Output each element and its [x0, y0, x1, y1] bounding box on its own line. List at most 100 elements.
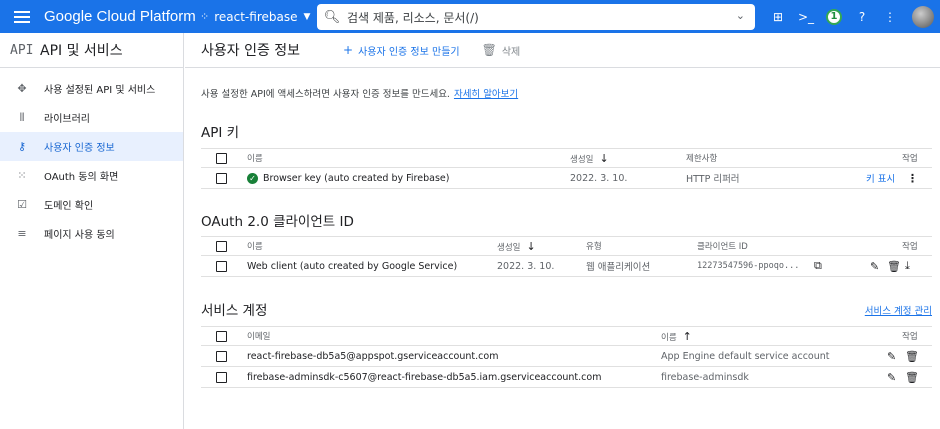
col-name: 이름 — [247, 242, 263, 252]
project-selector[interactable]: ⁘ react-firebase ▼ — [200, 10, 318, 24]
select-all-checkbox[interactable] — [216, 152, 227, 164]
sidebar-item-label: 사용자 인증 정보 — [44, 143, 115, 154]
trash-icon[interactable]: 🗑︎ — [887, 260, 901, 273]
sidebar-item-label: OAuth 동의 화면 — [44, 172, 119, 183]
trash-icon: 🗑︎ — [481, 43, 497, 57]
download-icon[interactable]: ⤓ — [905, 259, 910, 273]
row-checkbox[interactable] — [216, 371, 227, 383]
top-app-bar: Google Cloud Platform ⁘ react-firebase ▼… — [0, 0, 940, 33]
col-client-id: 클라이언트 ID — [697, 242, 748, 252]
page-title: 사용자 인증 정보 — [201, 43, 301, 59]
row-checkbox[interactable] — [216, 172, 227, 184]
row-checkbox[interactable] — [216, 260, 227, 272]
table-row: react-firebase-db5a5@appspot.gserviceacc… — [201, 346, 932, 367]
library-icon: ⦀ — [19, 110, 25, 124]
chevron-down-icon[interactable]: ⌄ — [736, 9, 745, 22]
col-name-label: 이름 — [661, 332, 677, 343]
search-icon: 🔍︎ — [323, 9, 341, 25]
arrow-up-icon: ↑ — [682, 329, 692, 343]
api-logo-icon: API — [10, 42, 34, 58]
oauth-type: 웹 애플리케이션 — [586, 262, 651, 273]
project-icon: ⁘ — [200, 10, 210, 23]
more-vert-icon[interactable]: ⋮ — [907, 172, 918, 185]
col-created-label: 생성일 — [570, 154, 594, 165]
hamburger-menu-icon[interactable] — [0, 0, 44, 33]
top-icons: ⊞ >_ 1 ? ⋮ — [762, 0, 940, 33]
sidebar-item-label: 도메인 확인 — [44, 201, 94, 212]
service-account-name: App Engine default service account — [661, 350, 830, 362]
api-key-name-text[interactable]: Browser key (auto created by Firebase) — [263, 173, 449, 184]
select-all-checkbox[interactable] — [216, 330, 227, 342]
col-name[interactable]: 이름 ↑ — [661, 330, 692, 343]
add-icon: + — [343, 43, 354, 57]
table-row: firebase-adminsdk-c5607@react-firebase-d… — [201, 367, 932, 388]
select-all-checkbox[interactable] — [216, 240, 227, 252]
col-email: 이메일 — [247, 332, 271, 342]
edit-icon[interactable]: ✎ — [887, 350, 896, 363]
col-actions: 작업 — [902, 154, 918, 164]
dashboard-icon: ✥ — [17, 82, 27, 95]
sidebar-item-label: 사용 설정된 API 및 서비스 — [44, 85, 156, 96]
trash-icon[interactable]: 🗑︎ — [905, 371, 919, 384]
sidebar-item-label: 라이브러리 — [44, 114, 90, 125]
sidebar-item-credentials[interactable]: ⚷ 사용자 인증 정보 — [0, 132, 183, 161]
more-vert-icon[interactable]: ⋮ — [878, 0, 902, 33]
copy-icon[interactable]: ⧉ — [814, 259, 822, 273]
col-name: 이름 — [247, 154, 263, 164]
sidebar-item-domain-verification[interactable]: ☑ 도메인 확인 — [0, 190, 183, 219]
delete-label: 삭제 — [501, 46, 521, 58]
sidebar-item-library[interactable]: ⦀ 라이브러리 — [0, 103, 183, 132]
row-checkbox[interactable] — [216, 350, 227, 362]
sidebar: API API 및 서비스 ✥ 사용 설정된 API 및 서비스 ⦀ 라이브러리… — [0, 33, 184, 429]
service-account-email[interactable]: firebase-adminsdk-c5607@react-firebase-d… — [247, 372, 601, 383]
gcp-brand[interactable]: Google Cloud Platform — [44, 8, 200, 25]
page-agreement-icon: ≡ — [17, 227, 27, 240]
notification-badge: 1 — [826, 8, 842, 25]
gift-icon[interactable]: ⊞ — [766, 0, 790, 33]
intro-text: 사용 설정한 API에 액세스하려면 사용자 인증 정보를 만드세요. 자세히 알… — [201, 86, 518, 100]
api-key-name: ✓ Browser key (auto created by Firebase) — [247, 172, 449, 184]
service-account-email[interactable]: react-firebase-db5a5@appspot.gserviceacc… — [247, 351, 498, 362]
table-header-row: 이메일 이름 ↑ 작업 — [201, 326, 932, 346]
delete-button[interactable]: 🗑︎ 삭제 — [482, 43, 521, 58]
col-actions: 작업 — [902, 332, 918, 342]
oauth-table: 이름 생성일 ↓ 유형 클라이언트 ID 작업 Web client (auto … — [201, 236, 932, 277]
search-input[interactable]: 검색 제품, 리소스, 문서(/) — [347, 9, 479, 26]
cloud-shell-icon[interactable]: >_ — [794, 0, 818, 33]
create-credentials-button[interactable]: + 사용자 인증 정보 만들기 — [343, 43, 460, 58]
learn-more-link[interactable]: 자세히 알아보기 — [454, 89, 518, 100]
key-icon: ⚷ — [17, 140, 27, 153]
col-created[interactable]: 생성일 ↓ — [570, 152, 609, 165]
table-header-row: 이름 생성일 ↓ 유형 클라이언트 ID 작업 — [201, 236, 932, 256]
trash-icon[interactable]: 🗑︎ — [905, 350, 919, 363]
notifications-button[interactable]: 1 — [822, 0, 846, 33]
domain-check-icon: ☑ — [17, 198, 27, 211]
table-row: Web client (auto created by Google Servi… — [201, 256, 932, 277]
search-bar[interactable]: 🔍︎ 검색 제품, 리소스, 문서(/) ⌄ — [317, 4, 755, 30]
show-key-button[interactable]: 키 표시 — [866, 171, 895, 185]
consent-icon: ⁙ — [17, 169, 27, 182]
sidebar-item-oauth-consent[interactable]: ⁙ OAuth 동의 화면 — [0, 161, 183, 190]
col-type: 유형 — [586, 242, 602, 252]
main-content: 사용자 인증 정보 + 사용자 인증 정보 만들기 🗑︎ 삭제 사용 설정한 A… — [185, 33, 940, 429]
project-name: react-firebase — [214, 9, 298, 24]
col-created-label: 생성일 — [497, 242, 521, 253]
arrow-down-icon: ↓ — [526, 239, 536, 253]
col-created[interactable]: 생성일 ↓ — [497, 240, 536, 253]
check-circle-icon: ✓ — [247, 172, 258, 184]
sidebar-item-enabled-apis[interactable]: ✥ 사용 설정된 API 및 서비스 — [0, 74, 183, 103]
oauth-client-name[interactable]: Web client (auto created by Google Servi… — [247, 261, 457, 272]
help-icon[interactable]: ? — [850, 0, 874, 33]
manage-service-accounts-link[interactable]: 서비스 계정 관리 — [865, 303, 932, 317]
sidebar-item-page-agreement[interactable]: ≡ 페이지 사용 동의 — [0, 219, 183, 248]
table-header-row: 이름 생성일 ↓ 제한사항 작업 — [201, 148, 932, 168]
api-keys-title: API 키 — [201, 125, 240, 141]
edit-icon[interactable]: ✎ — [887, 371, 896, 384]
table-row: ✓ Browser key (auto created by Firebase) … — [201, 168, 932, 189]
avatar[interactable] — [912, 5, 934, 28]
edit-icon[interactable]: ✎ — [870, 260, 879, 273]
oauth-title: OAuth 2.0 클라이언트 ID — [201, 214, 354, 230]
api-keys-table: 이름 생성일 ↓ 제한사항 작업 ✓ Browser key (auto creat… — [201, 148, 932, 189]
col-restrictions: 제한사항 — [686, 154, 718, 164]
col-actions: 작업 — [902, 242, 918, 252]
